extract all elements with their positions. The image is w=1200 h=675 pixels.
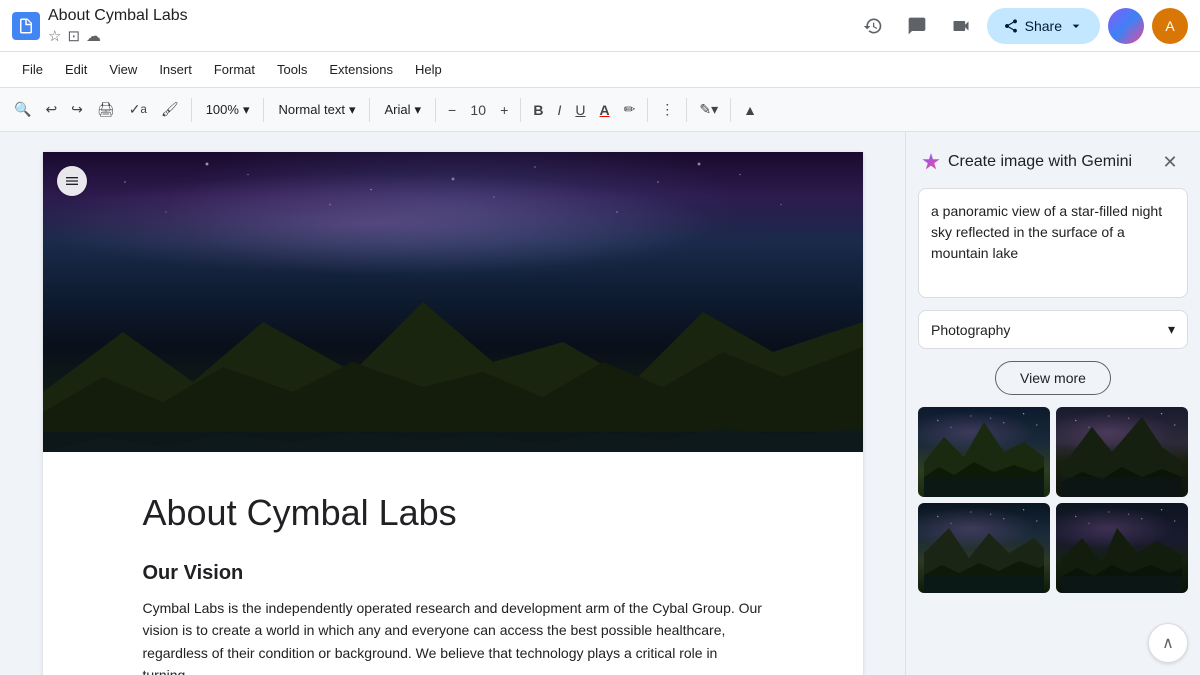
style-dropdown-arrow: ▾ [1168, 321, 1175, 338]
doc-content: About Cymbal Labs Our Vision Cymbal Labs… [43, 452, 863, 675]
zoom-select[interactable]: 100% ▾ [198, 94, 258, 126]
menu-insert[interactable]: Insert [149, 58, 202, 81]
panel-bottom: ∧ [906, 611, 1200, 675]
share-button[interactable]: Share [987, 8, 1100, 44]
doc-title-heading: About Cymbal Labs [143, 492, 763, 534]
gemini-button[interactable] [1108, 8, 1144, 44]
text-color-btn[interactable]: A [594, 94, 616, 126]
hero-image [43, 152, 863, 452]
font-select[interactable]: Arial ▾ [376, 94, 429, 126]
paint-format-btn[interactable]: 🖌 [155, 94, 185, 126]
panel-body: Photography ▾ View more [906, 188, 1200, 611]
divider-3 [369, 98, 370, 122]
menu-tools[interactable]: Tools [267, 58, 317, 81]
generated-image-3[interactable] [918, 503, 1050, 593]
menu-file[interactable]: File [12, 58, 53, 81]
divider-6 [647, 98, 648, 122]
mountain-svg [43, 292, 863, 452]
view-more-button[interactable]: View more [995, 361, 1111, 395]
style-chevron: ▾ [349, 102, 356, 118]
font-size-decrease[interactable]: − [442, 94, 462, 126]
font-size-increase[interactable]: + [494, 94, 514, 126]
style-select[interactable]: Normal text ▾ [270, 94, 363, 126]
style-dropdown[interactable]: Photography ▾ [918, 310, 1188, 349]
thumb-mtn-svg-4 [1056, 503, 1188, 593]
doc-title[interactable]: About Cymbal Labs [48, 6, 188, 27]
doc-icons-row: ☆ ⊡ ☁ [48, 27, 188, 45]
menu-format[interactable]: Format [204, 58, 265, 81]
zoom-chevron: ▾ [243, 102, 250, 118]
font-chevron: ▾ [414, 102, 421, 118]
google-docs-icon [12, 12, 40, 40]
panel-close-button[interactable]: ✕ [1156, 148, 1184, 176]
font-size-display[interactable]: 10 [464, 94, 492, 126]
doc-page: About Cymbal Labs Our Vision Cymbal Labs… [43, 152, 863, 675]
divider-4 [435, 98, 436, 122]
toolbar: 🔍 ↩ ↪ 🖨 ✓a 🖌 100% ▾ Normal text ▾ Arial … [0, 88, 1200, 132]
voice-typing-btn[interactable]: ▲ [737, 94, 763, 126]
meet-button[interactable] [943, 8, 979, 44]
menu-extensions[interactable]: Extensions [319, 58, 403, 81]
more-options-btn[interactable]: ⋮ [654, 94, 680, 126]
comments-button[interactable] [899, 8, 935, 44]
highlight-btn[interactable]: ✏ [618, 94, 642, 126]
print-btn[interactable]: 🖨 [91, 94, 121, 126]
scroll-up-icon: ∧ [1162, 633, 1174, 653]
doc-menu-icon[interactable] [57, 166, 87, 196]
generated-image-2[interactable] [1056, 407, 1188, 497]
menu-edit[interactable]: Edit [55, 58, 97, 81]
divider-5 [520, 98, 521, 122]
italic-btn[interactable]: I [552, 94, 568, 126]
redo-btn[interactable]: ↪ [65, 94, 89, 126]
generated-image-1[interactable] [918, 407, 1050, 497]
top-right-actions: Share A [855, 8, 1188, 44]
gemini-panel-icon [922, 153, 940, 171]
search-toolbar-btn[interactable]: 🔍 [8, 94, 37, 126]
thumb-mtn-svg-2 [1056, 407, 1188, 497]
doc-area: About Cymbal Labs Our Vision Cymbal Labs… [0, 132, 905, 675]
divider-7 [686, 98, 687, 122]
thumb-mtn-svg-3 [918, 503, 1050, 593]
menu-view[interactable]: View [99, 58, 147, 81]
gemini-panel: Create image with Gemini ✕ Photography ▾… [905, 132, 1200, 675]
menu-help[interactable]: Help [405, 58, 452, 81]
style-dropdown-label: Photography [931, 322, 1010, 338]
main-area: About Cymbal Labs Our Vision Cymbal Labs… [0, 132, 1200, 675]
divider-1 [191, 98, 192, 122]
folder-icon[interactable]: ⊡ [67, 27, 80, 45]
scroll-up-button[interactable]: ∧ [1148, 623, 1188, 663]
prompt-textarea[interactable] [918, 188, 1188, 298]
user-avatar[interactable]: A [1152, 8, 1188, 44]
bold-btn[interactable]: B [527, 94, 549, 126]
generated-image-4[interactable] [1056, 503, 1188, 593]
font-label: Arial [384, 102, 410, 117]
star-icon[interactable]: ☆ [48, 27, 61, 45]
doc-vision-heading: Our Vision [143, 562, 763, 585]
style-label: Normal text [278, 102, 344, 117]
history-button[interactable] [855, 8, 891, 44]
doc-title-area: About Cymbal Labs ☆ ⊡ ☁ [48, 6, 188, 46]
panel-header: Create image with Gemini ✕ [906, 132, 1200, 188]
spellcheck-btn[interactable]: ✓a [123, 94, 153, 126]
share-label: Share [1025, 18, 1062, 34]
divider-2 [263, 98, 264, 122]
divider-8 [730, 98, 731, 122]
image-grid [918, 407, 1188, 593]
top-bar: About Cymbal Labs ☆ ⊡ ☁ Share A [0, 0, 1200, 52]
underline-btn[interactable]: U [569, 94, 591, 126]
cloud-icon[interactable]: ☁ [86, 27, 101, 45]
doc-vision-body: Cymbal Labs is the independently operate… [143, 597, 763, 675]
thumb-mtn-svg-1 [918, 407, 1050, 497]
menu-bar: File Edit View Insert Format Tools Exten… [0, 52, 1200, 88]
gemini-star-icon [1116, 16, 1136, 36]
input-tools-btn[interactable]: ✎▾ [693, 94, 724, 126]
undo-btn[interactable]: ↩ [39, 94, 63, 126]
panel-title: Create image with Gemini [948, 153, 1148, 171]
